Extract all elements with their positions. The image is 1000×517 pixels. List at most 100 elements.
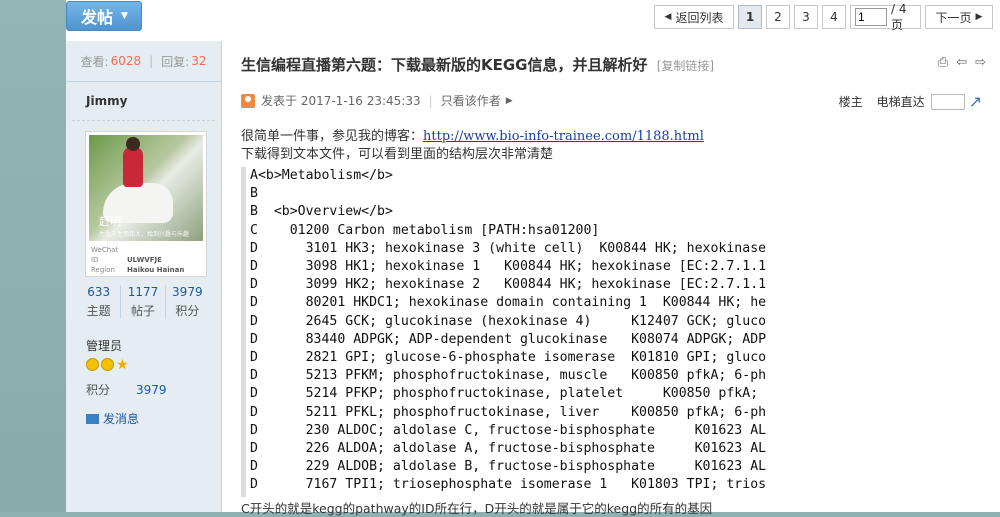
go-arrow-icon[interactable]: ↗	[969, 92, 982, 111]
author-username[interactable]: Jimmy	[72, 82, 215, 121]
region-value: Haikou Hainan	[127, 266, 185, 274]
new-post-label: 发帖	[81, 8, 114, 27]
chevron-right-icon: ▶	[975, 12, 983, 22]
next-thread-icon[interactable]: ⇨	[975, 55, 986, 70]
total-pages-label: / 4 页	[891, 1, 907, 32]
points-row: 积分 3979	[86, 381, 167, 398]
star-icon: ★	[116, 357, 129, 373]
post-body-line: 下载得到文本文件，可以看到里面的结构层次非常清楚	[241, 147, 554, 162]
code-line: B <b>Overview</b>	[250, 204, 393, 220]
code-line: D 7167 TPI1; triosephosphate isomerase 1…	[250, 477, 766, 493]
replies-count: 32	[191, 54, 207, 68]
post-body: 很简单一件事，参见我的博客：http://www.bio-info-traine…	[241, 128, 704, 164]
code-line: D 2821 GPI; glucose-6-phosphate isomeras…	[250, 350, 766, 366]
stat-points-count: 3979	[172, 285, 203, 299]
thread-stats: 查看: 6028 | 回复: 32	[66, 41, 221, 82]
avatar-wechat-info: WeChat ID ULWVFJE Region Haikou Hainan	[89, 245, 203, 275]
user-role[interactable]: 管理员	[86, 337, 122, 354]
chevron-right-icon: ▶	[505, 95, 513, 106]
avatar-signature: 赶明	[99, 215, 121, 228]
code-line: D 3099 HK2; hexokinase 2 K00844 HK; hexo…	[250, 277, 766, 293]
code-line: D 5211 PFKL; phosphofructokinase, liver …	[250, 404, 766, 420]
send-message-label: 发消息	[103, 412, 140, 426]
avatar-image: 赶明 为此人生而伟大，找到兴趣与乐趣	[89, 135, 203, 241]
blog-link[interactable]: http://www.bio-info-trainee.com/1188.htm…	[423, 129, 704, 144]
post-intro-text: 很简单一件事，参见我的博客：	[241, 129, 424, 144]
meta-divider: |	[428, 93, 433, 108]
page-jump-box: / 4 页	[850, 2, 921, 32]
stat-posts[interactable]: 1177 帖子	[121, 285, 166, 319]
stat-posts-count: 1177	[127, 285, 159, 299]
post-intro-line: 很简单一件事，参见我的博客：http://www.bio-info-traine…	[241, 128, 704, 146]
mail-icon	[86, 413, 99, 424]
back-to-list-label: 返回列表	[675, 10, 724, 25]
code-line: A<b>Metabolism</b>	[250, 168, 393, 183]
author-sidebar: 查看: 6028 | 回复: 32 Jimmy 赶明 为此人生而伟大，找到兴趣与…	[66, 41, 222, 512]
previous-thread-icon[interactable]: ⇦	[956, 55, 967, 70]
floor-label: 楼主	[838, 95, 863, 109]
code-line: D 3101 HK3; hexokinase 3 (white cell) K0…	[250, 240, 766, 256]
person-shape	[123, 147, 143, 187]
post-meta: 发表于 2017-1-16 23:45:33 | 只看该作者 ▶	[241, 92, 513, 109]
send-message-link[interactable]: 发消息	[86, 410, 139, 427]
code-line: D 5214 PFKP; phosphofructokinase, platel…	[250, 386, 759, 402]
copy-link[interactable]: [复制链接]	[657, 59, 714, 73]
floor-tools: 楼主 电梯直达 ↗	[839, 92, 982, 111]
code-block: A<b>Metabolism</b> B B <b>Overview</b> C 01…	[241, 167, 766, 497]
user-stats: 633 主题 1177 帖子 3979 积分	[77, 285, 209, 319]
views-label: 查看:	[80, 54, 109, 69]
code-line: D 83440 ADPGK; ADP-dependent glucokinase…	[250, 331, 766, 347]
title-tools: ⎙ ⇦ ⇨	[938, 55, 986, 70]
medals: ★	[86, 358, 130, 372]
smiley-medal-icon	[101, 358, 114, 371]
wechat-value: ULWVFJE	[127, 256, 162, 264]
top-toolbar: 发帖 ▼ ◀返回列表 1 2 3 4 / 4 页 下一页▶	[66, 0, 1000, 41]
post-title-text: 生信编程直播第六题：下载最新版的KEGG信息，并且解析好	[241, 56, 648, 74]
region-label: Region	[91, 266, 115, 274]
page-1-button[interactable]: 1	[738, 5, 762, 29]
back-to-list-button[interactable]: ◀ 返回列表	[654, 5, 734, 29]
views-count: 6028	[110, 54, 142, 68]
next-page-label: 下一页	[935, 10, 972, 25]
wechat-label: WeChat ID	[91, 246, 119, 264]
stat-threads-label: 主题	[86, 304, 111, 318]
chevron-down-icon: ▼	[121, 11, 128, 21]
page-jump-input[interactable]	[855, 8, 887, 26]
next-page-button[interactable]: 下一页 ▶	[925, 5, 993, 29]
stat-threads[interactable]: 633 主题	[77, 285, 122, 319]
points-value: 3979	[136, 383, 167, 397]
page-3-button[interactable]: 3	[794, 5, 818, 29]
code-line: D 230 ALDOC; aldolase C, fructose-bispho…	[250, 422, 766, 438]
avatar[interactable]: 赶明 为此人生而伟大，找到兴趣与乐趣 WeChat ID ULWVFJE Regi…	[85, 131, 207, 277]
code-line: D 229 ALDOB; aldolase B, fructose-bispho…	[250, 459, 766, 475]
page-4-button[interactable]: 4	[822, 5, 846, 29]
stat-posts-label: 帖子	[130, 304, 155, 318]
stats-divider: |	[149, 54, 154, 68]
post-main: 生信编程直播第六题：下载最新版的KEGG信息，并且解析好 [复制链接] ⎙ ⇦ …	[222, 41, 1000, 516]
print-icon[interactable]: ⎙	[938, 55, 948, 70]
code-line: D 226 ALDOA; aldolase A, fructose-bispho…	[250, 441, 766, 457]
chevron-left-icon: ◀	[664, 12, 672, 22]
code-line: C 01200 Carbon metabolism [PATH:hsa01200…	[250, 222, 600, 238]
post-footer-text: C开头的就是kegg的pathway的ID所在行，D开头的就是属于它的kegg的…	[241, 501, 713, 516]
stat-threads-count: 633	[87, 285, 111, 299]
replies-label: 回复:	[161, 54, 190, 69]
user-icon	[241, 93, 255, 108]
floor-jump-label: 电梯直达	[876, 95, 925, 109]
page-2-button[interactable]: 2	[766, 5, 790, 29]
posted-time: 发表于 2017-1-16 23:45:33	[261, 94, 421, 108]
new-post-button[interactable]: 发帖 ▼	[66, 1, 142, 31]
code-line: D 2645 GCK; glucokinase (hexokinase 4) K…	[250, 313, 766, 329]
author-only-link[interactable]: 只看该作者	[441, 92, 501, 109]
code-line: D 5213 PFKM; phosphofructokinase, muscle…	[250, 368, 766, 384]
avatar-caption: 为此人生而伟大，找到兴趣与乐趣	[99, 231, 190, 238]
floor-jump-input[interactable]	[930, 93, 965, 110]
smiley-medal-icon	[86, 358, 99, 371]
stat-points-label: 积分	[175, 304, 200, 318]
pagination: ◀返回列表 1 2 3 4 / 4 页 下一页▶	[654, 2, 993, 32]
stat-points[interactable]: 3979 积分	[166, 285, 209, 319]
code-line: D 80201 HKDC1; hexokinase domain contain…	[250, 295, 766, 311]
person-head-shape	[126, 137, 140, 151]
left-background-strip	[0, 0, 66, 512]
post-title: 生信编程直播第六题：下载最新版的KEGG信息，并且解析好 [复制链接]	[241, 54, 714, 75]
